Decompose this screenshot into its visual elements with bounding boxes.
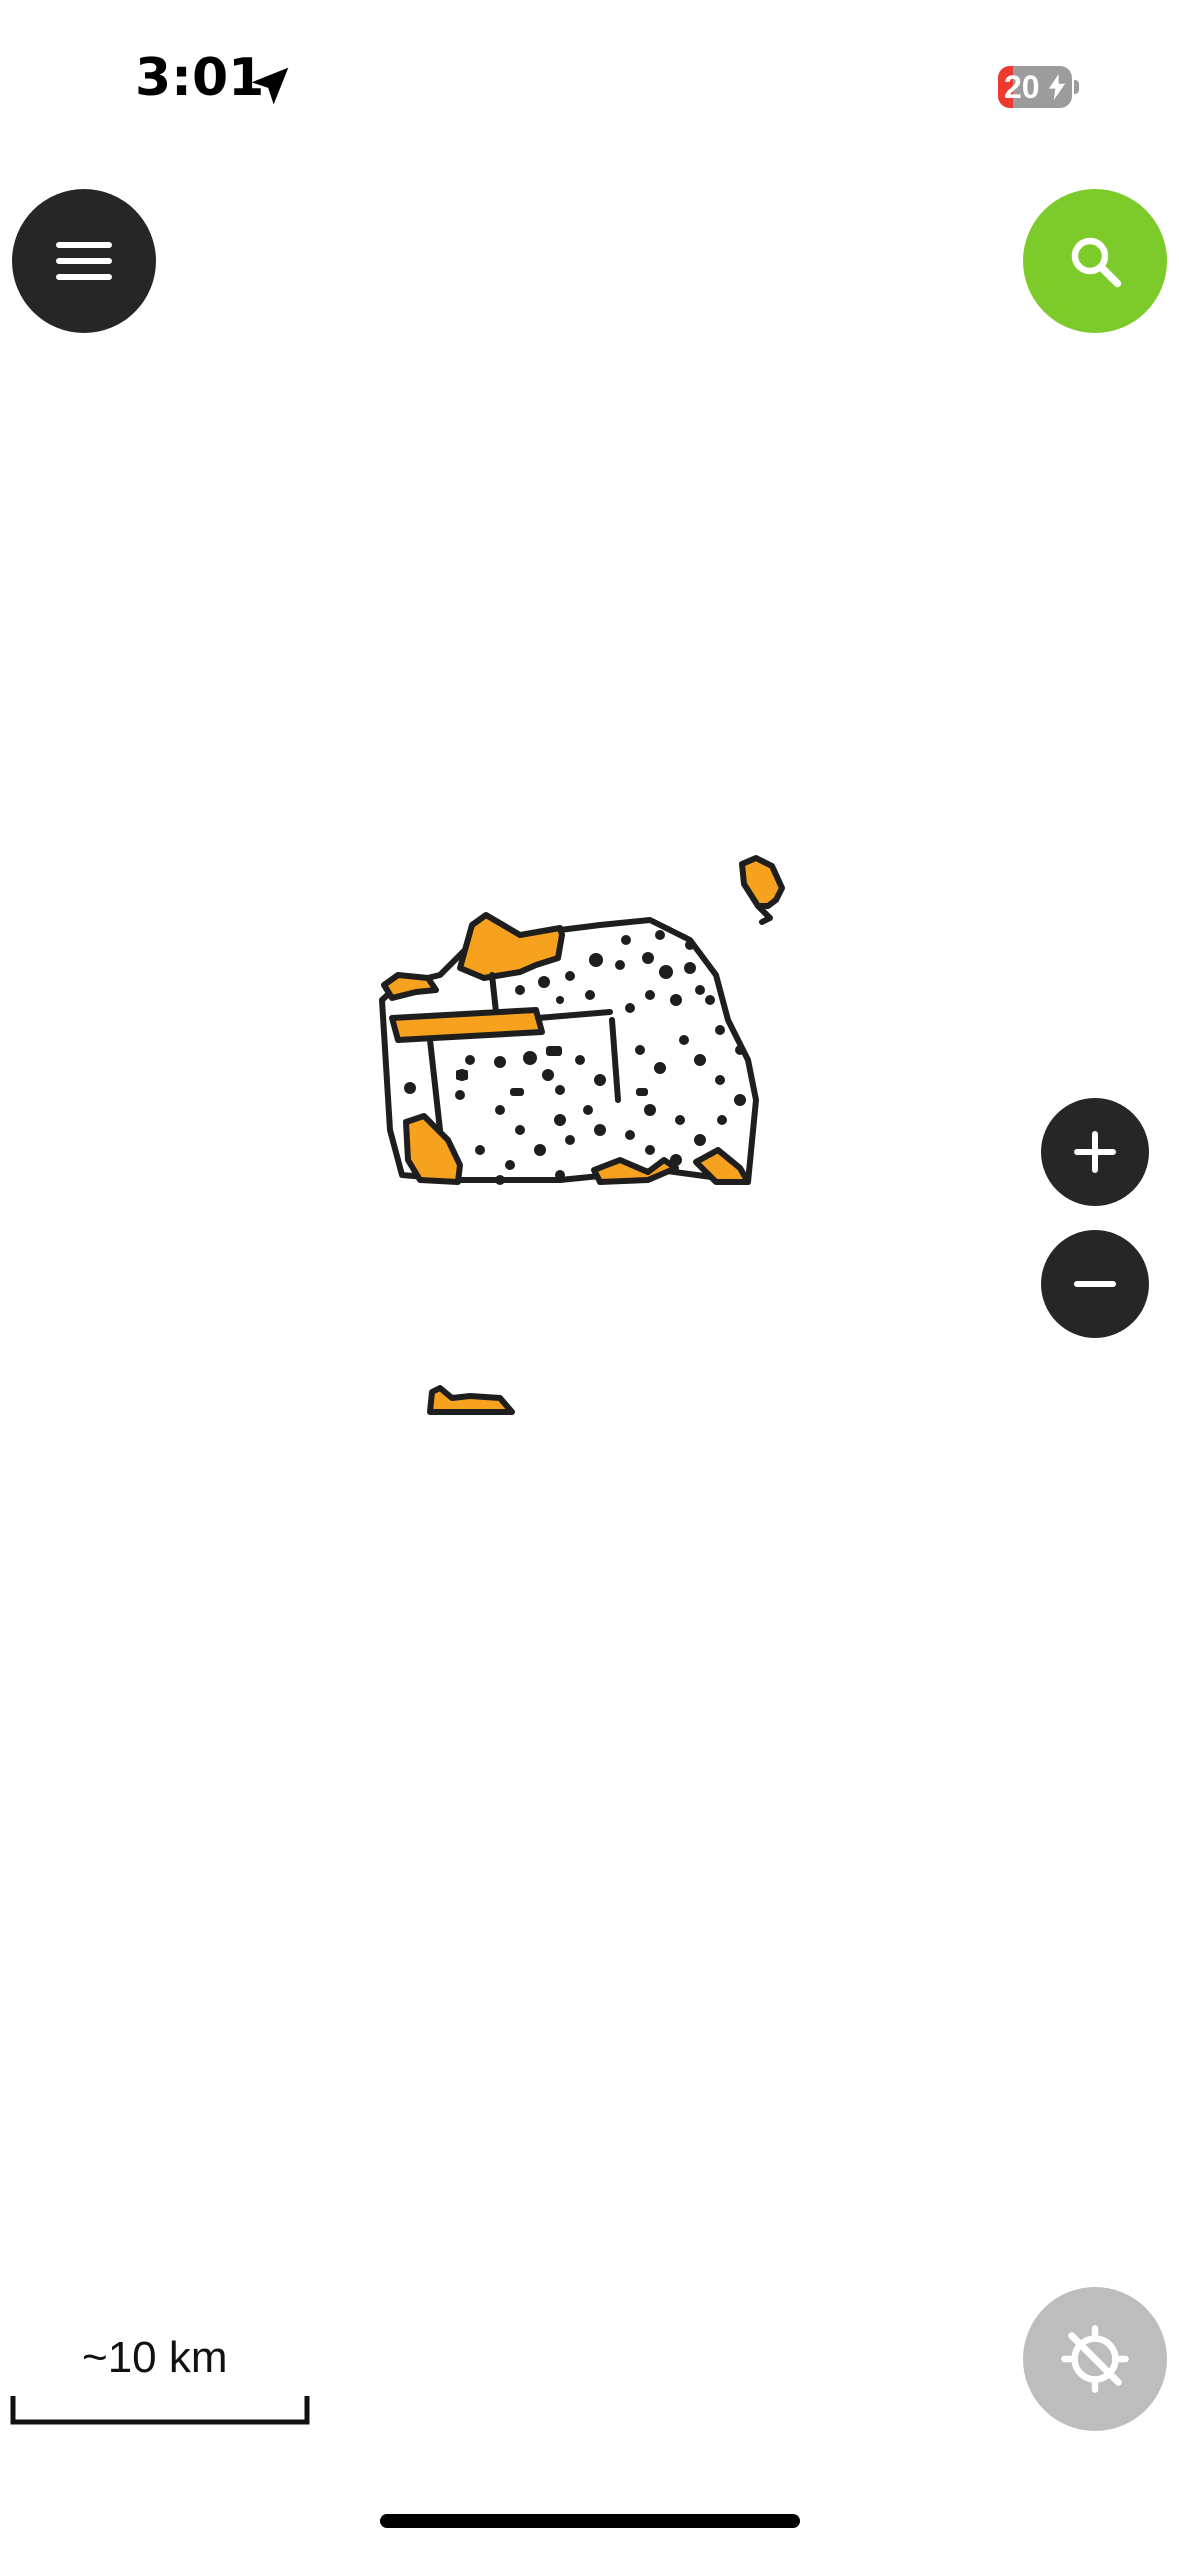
zoom-in-button[interactable] (1041, 1098, 1149, 1206)
search-icon (1071, 237, 1122, 288)
scale-label: ~10 km (82, 2333, 228, 2382)
street-3 (489, 972, 499, 1015)
street-1 (427, 1037, 443, 1133)
status-time: 3:01 (135, 48, 265, 108)
park-strip (389, 1007, 545, 1043)
map-canvas[interactable] (0, 0, 1179, 2556)
search-button[interactable] (1023, 189, 1167, 333)
se-patch-1 (591, 1157, 679, 1185)
menu-button[interactable] (12, 189, 156, 333)
battery-level: 20 (1004, 69, 1040, 105)
island-north (739, 855, 785, 909)
charging-bolt-icon (1048, 74, 1066, 100)
plus-icon (1074, 1131, 1116, 1173)
home-indicator[interactable] (380, 2514, 800, 2528)
street-2 (609, 1017, 621, 1103)
sw-park (403, 1113, 463, 1185)
location-disabled-icon (1061, 2325, 1129, 2393)
map-detail-dots (404, 930, 746, 1185)
street-4 (535, 1009, 613, 1021)
minus-icon (1074, 1281, 1116, 1287)
nw-park (381, 972, 439, 1001)
map-region-shapes (379, 855, 785, 1415)
presidio-area (457, 912, 565, 981)
south-patch (427, 1385, 515, 1415)
hamburger-menu-icon (56, 242, 112, 280)
scale-bar (10, 2396, 310, 2425)
zoom-out-button[interactable] (1041, 1230, 1149, 1338)
locate-me-button[interactable] (1023, 2287, 1167, 2431)
location-arrow-icon (251, 67, 289, 105)
battery-indicator: 20 (998, 66, 1080, 108)
